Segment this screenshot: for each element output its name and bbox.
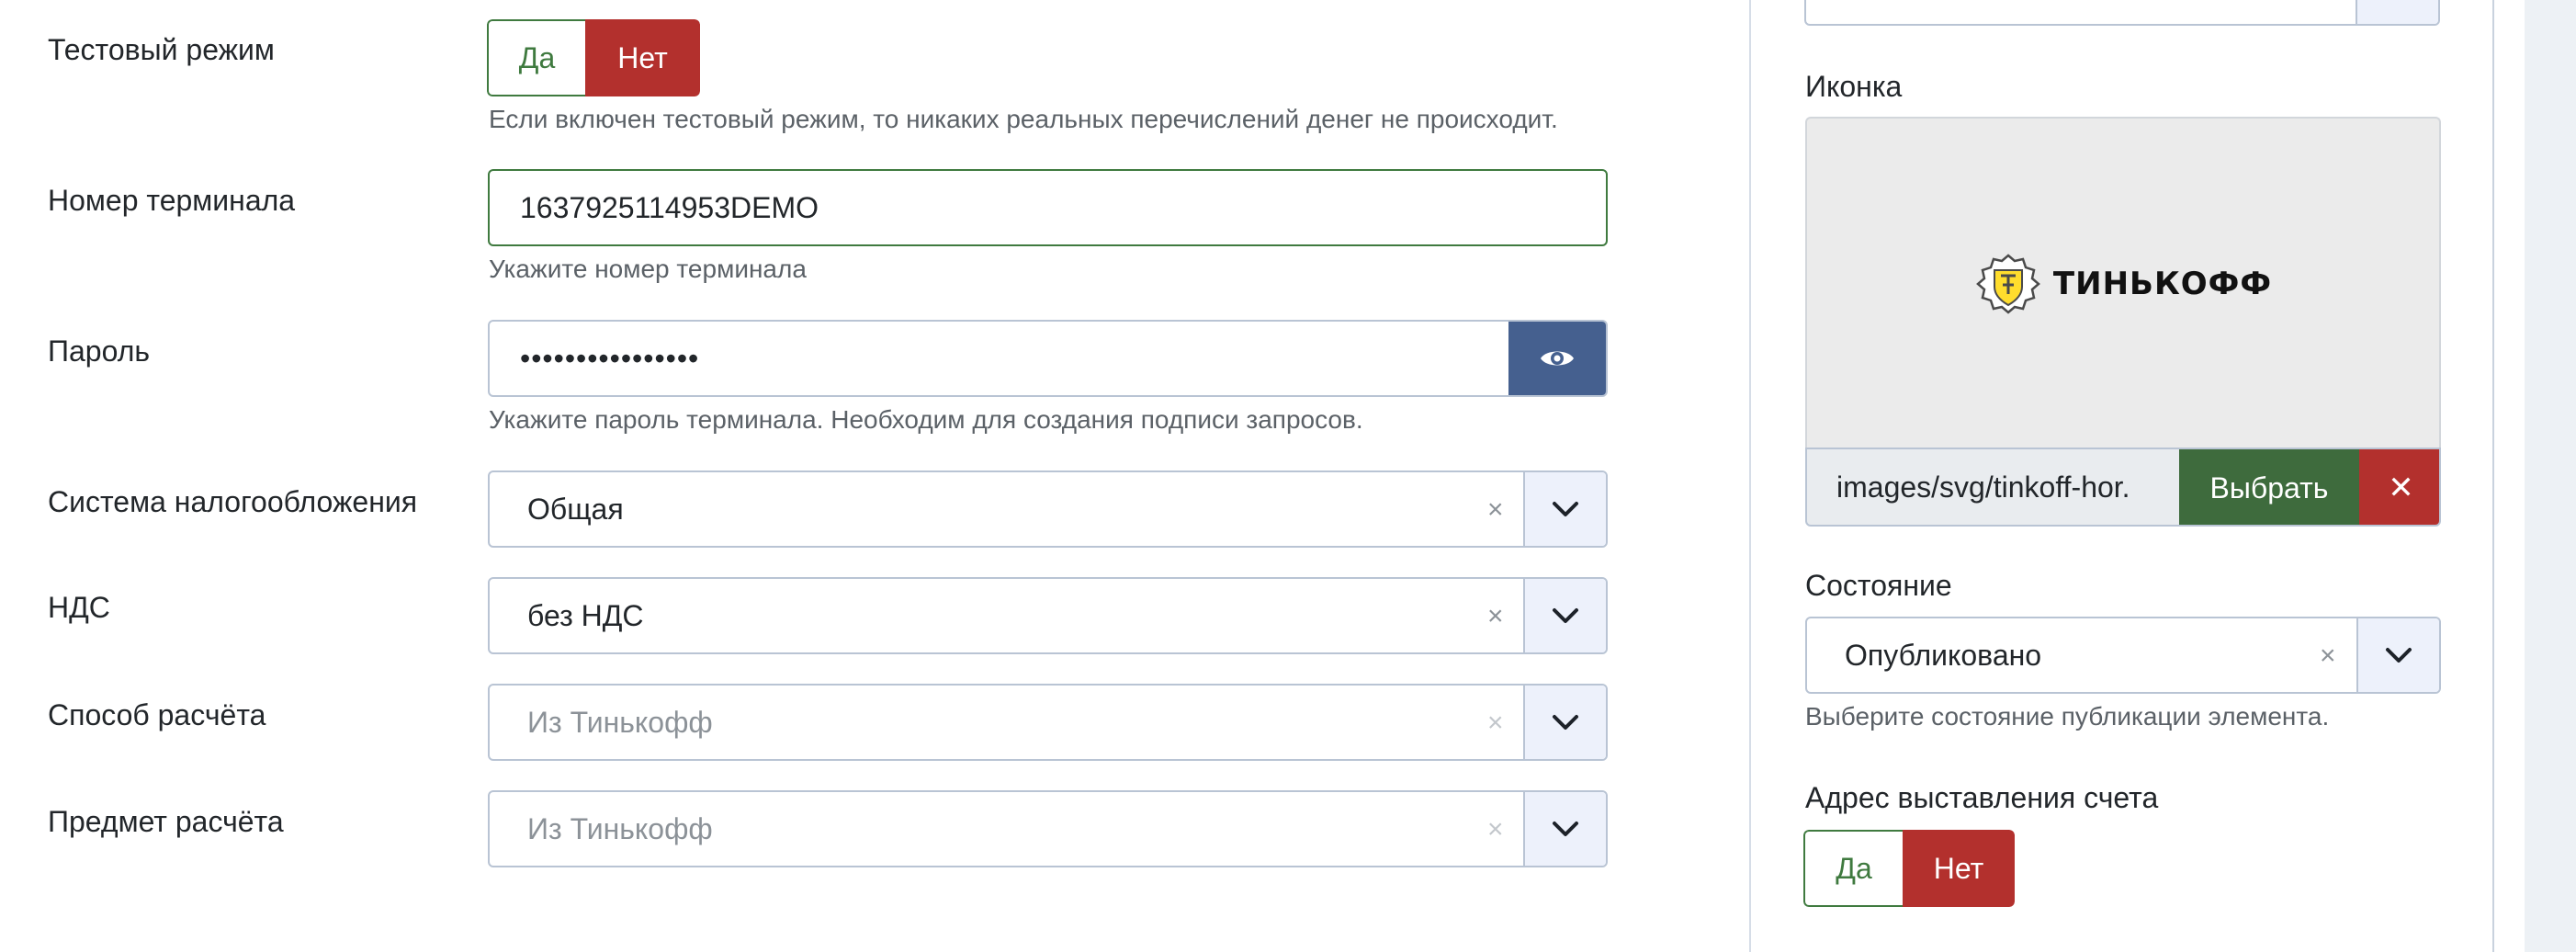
rail-border (2492, 0, 2494, 952)
billing-address-yes-button[interactable]: Да (1803, 830, 1903, 907)
state-select[interactable]: Опубликовано × (1805, 617, 2441, 694)
password-field: •••••••••••••••• (488, 320, 1608, 397)
tinkoff-logo: ТИНЬКОФФ (1974, 252, 2272, 316)
payment-object-select[interactable]: Из Тинькофф × (488, 790, 1608, 867)
terminal-label: Номер терминала (48, 184, 296, 217)
show-password-button[interactable] (1508, 322, 1606, 395)
state-hint: Выберите состояние публикации элемента. (1805, 702, 2330, 731)
payment-object-placeholder: Из Тинькофф (527, 812, 713, 845)
clear-icon[interactable]: × (1487, 603, 1504, 630)
chevron-down-icon (1553, 715, 1578, 730)
test-mode-label: Тестовый режим (48, 33, 275, 66)
payment-method-placeholder: Из Тинькофф (527, 706, 713, 739)
payment-method-select[interactable]: Из Тинькофф × (488, 684, 1608, 761)
vat-select[interactable]: без НДС × (488, 577, 1608, 654)
cut-off-select[interactable] (1804, 0, 2440, 26)
state-dropdown-button[interactable] (2356, 618, 2439, 692)
eye-icon (1541, 351, 1574, 366)
clear-icon[interactable]: × (1487, 816, 1504, 844)
close-icon[interactable]: ✕ (2359, 449, 2439, 525)
password-input[interactable]: •••••••••••••••• (520, 340, 699, 377)
test-mode-hint: Если включен тестовый режим, то никаких … (489, 105, 1558, 133)
chevron-down-icon (1553, 502, 1578, 516)
tax-system-select[interactable]: Общая × (488, 470, 1608, 548)
terminal-input[interactable]: 1637925114953DEMO (488, 169, 1608, 246)
icon-label: Иконка (1805, 70, 1903, 103)
test-mode-toggle[interactable]: Да Нет (487, 19, 700, 96)
tax-system-dropdown-button[interactable] (1523, 472, 1606, 546)
billing-address-label: Адрес выставления счета (1805, 781, 2159, 814)
terminal-input-value: 1637925114953DEMO (520, 191, 819, 224)
clear-icon[interactable]: × (1487, 709, 1504, 737)
payment-object-label: Предмет расчёта (48, 805, 284, 838)
clear-icon[interactable]: × (2320, 642, 2336, 670)
icon-path-input[interactable]: images/svg/tinkoff-hor. (1836, 469, 2140, 505)
billing-address-toggle[interactable]: Да Нет (1803, 830, 2015, 907)
password-hint: Укажите пароль терминала. Необходим для … (489, 405, 1363, 434)
chevron-down-icon (1553, 822, 1578, 836)
test-mode-no-button[interactable]: Нет (585, 19, 700, 96)
icon-preview: ТИНЬКОФФ (1805, 117, 2441, 449)
test-mode-yes-button[interactable]: Да (487, 19, 585, 96)
cut-off-dropdown-button[interactable] (2356, 0, 2438, 24)
terminal-hint: Укажите номер терминала (489, 255, 807, 283)
billing-address-no-button[interactable]: Нет (1903, 830, 2015, 907)
payment-method-label: Способ расчёта (48, 698, 266, 731)
vat-dropdown-button[interactable] (1523, 579, 1606, 652)
chevron-down-icon (1553, 608, 1578, 623)
tinkoff-logo-icon (1976, 254, 2040, 314)
payment-object-dropdown-button[interactable] (1523, 792, 1606, 866)
state-value: Опубликовано (1845, 639, 2042, 672)
scrollbar-track[interactable] (2525, 0, 2576, 952)
state-label: Состояние (1805, 569, 1952, 602)
vat-value: без НДС (527, 599, 644, 632)
panel-divider (1749, 0, 1751, 952)
chevron-down-icon (2386, 648, 2412, 663)
tax-system-label: Система налогообложения (48, 485, 418, 518)
icon-path-group: images/svg/tinkoff-hor. Выбрать ✕ (1805, 448, 2441, 527)
tinkoff-logo-text: ТИНЬКОФФ (2052, 266, 2273, 302)
password-label: Пароль (48, 334, 151, 368)
select-icon-button[interactable]: Выбрать (2179, 449, 2359, 525)
payment-method-dropdown-button[interactable] (1523, 686, 1606, 759)
vat-label: НДС (48, 591, 110, 624)
clear-icon[interactable]: × (1487, 496, 1504, 524)
tax-system-value: Общая (527, 493, 624, 526)
